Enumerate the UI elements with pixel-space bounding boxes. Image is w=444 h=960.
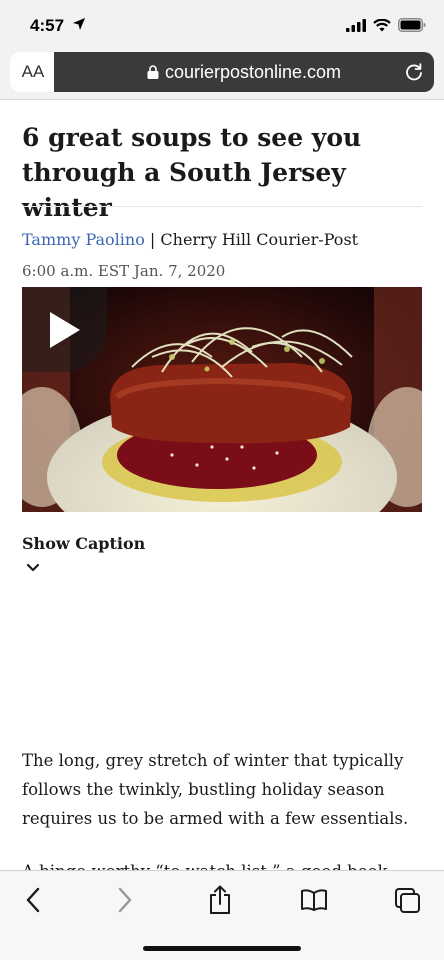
- author-link[interactable]: Tammy Paolino: [22, 230, 145, 249]
- headline-divider: [22, 206, 422, 207]
- cellular-signal-icon: [346, 18, 366, 32]
- forward-arrow-icon: [118, 887, 132, 913]
- browser-address-bar: AA courierpostonline.com: [0, 50, 444, 100]
- tabs-button[interactable]: [392, 885, 422, 915]
- chevron-down-icon[interactable]: [26, 562, 40, 574]
- article: 6 great soups to see you through a South…: [0, 100, 444, 870]
- article-body: The long, grey stretch of winter that ty…: [22, 746, 424, 870]
- bookmarks-button[interactable]: [299, 885, 329, 915]
- bookmarks-icon: [301, 889, 327, 911]
- text-size-button[interactable]: AA: [10, 52, 56, 92]
- byline: Tammy Paolino | Cherry Hill Courier-Post: [22, 230, 358, 249]
- status-time: 4:57: [30, 16, 65, 35]
- share-button[interactable]: [205, 885, 235, 915]
- wifi-icon: [373, 18, 391, 31]
- play-button[interactable]: [22, 287, 107, 372]
- back-arrow-icon: [26, 887, 40, 913]
- share-icon: [210, 885, 230, 914]
- back-button[interactable]: [18, 885, 48, 915]
- forward-button[interactable]: [110, 885, 140, 915]
- article-paragraph: The long, grey stretch of winter that ty…: [22, 751, 409, 828]
- tabs-icon: [395, 888, 420, 913]
- article-dateline: 6:00 a.m. EST Jan. 7, 2020: [22, 262, 226, 280]
- play-icon: [49, 311, 80, 348]
- article-paragraph: A binge-worthy “to watch list,” a good b…: [22, 857, 424, 870]
- article-headline: 6 great soups to see you through a South…: [22, 123, 362, 222]
- status-icons: [346, 18, 426, 32]
- url-field[interactable]: courierpostonline.com: [54, 52, 434, 92]
- video-player[interactable]: [22, 287, 422, 512]
- home-indicator: [143, 946, 301, 951]
- lock-icon: [147, 65, 159, 79]
- location-arrow-icon: [73, 18, 85, 30]
- publication-name: Cherry Hill Courier-Post: [160, 230, 359, 249]
- url-text: courierpostonline.com: [164, 61, 342, 82]
- byline-separator: |: [144, 230, 161, 249]
- show-caption-button[interactable]: Show Caption: [22, 534, 145, 553]
- status-bar: 4:57: [0, 0, 444, 50]
- battery-icon: [398, 18, 426, 32]
- browser-toolbar: [0, 870, 444, 960]
- reload-icon[interactable]: [404, 62, 424, 82]
